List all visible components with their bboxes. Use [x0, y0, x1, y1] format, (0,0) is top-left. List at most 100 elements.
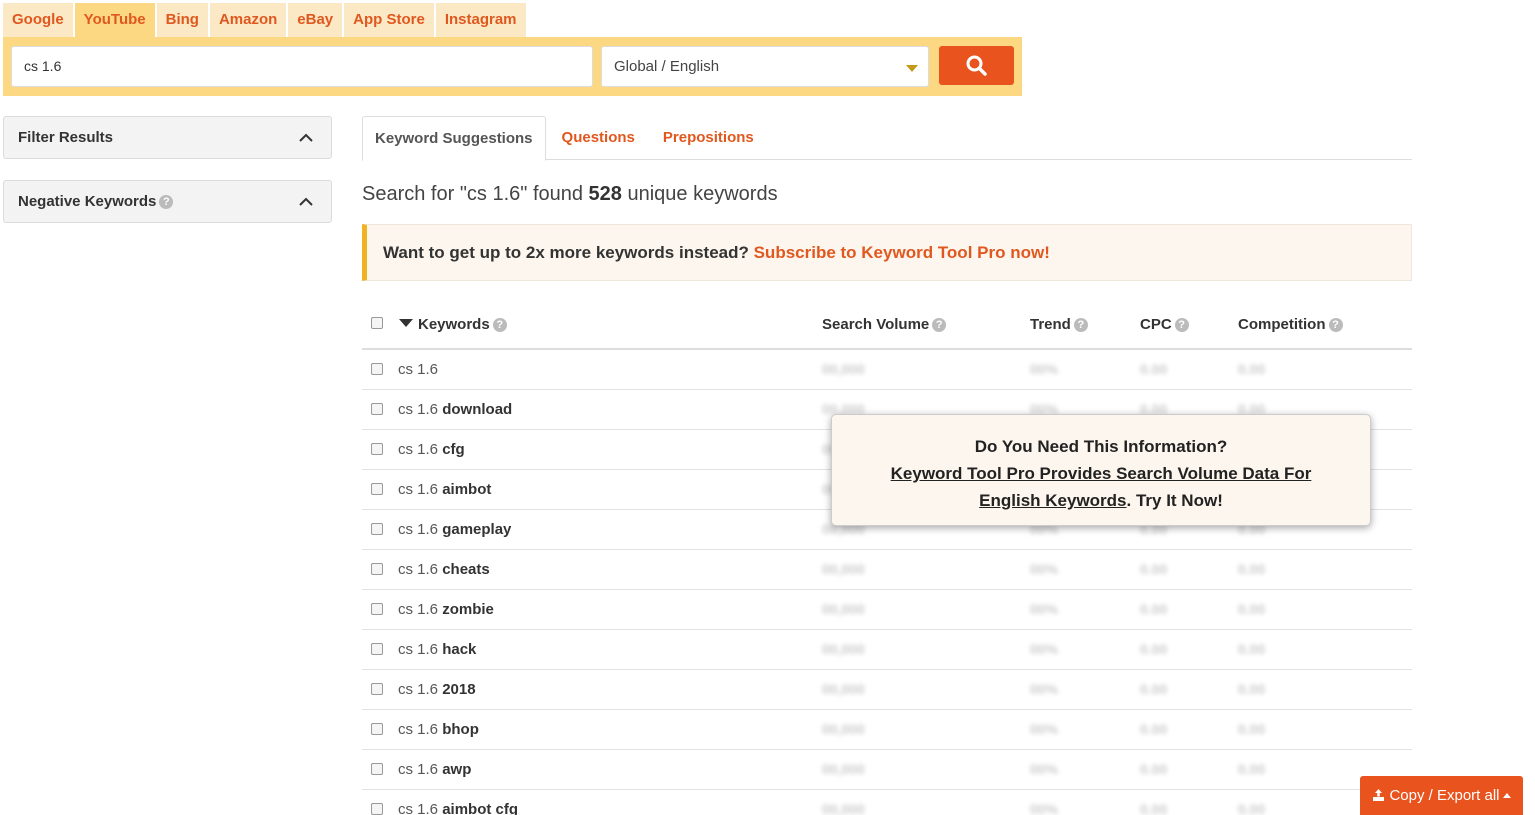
keyword-cell[interactable]: cs 1.6 hack	[398, 641, 476, 658]
keyword-base: cs 1.6	[398, 761, 439, 778]
volume-cell: 00,000	[822, 641, 865, 657]
help-icon[interactable]: ?	[1328, 318, 1343, 332]
trend-header-label: Trend	[1030, 316, 1071, 333]
keyword-cell[interactable]: cs 1.6 cfg	[398, 441, 465, 458]
summary-prefix: Search for "cs 1.6" found	[362, 183, 589, 205]
results-summary: Search for "cs 1.6" found 528 unique key…	[362, 183, 778, 206]
chevron-up-icon	[299, 133, 313, 142]
keyword-suffix: 2018	[442, 681, 476, 698]
row-checkbox[interactable]	[371, 363, 383, 375]
competition-header[interactable]: Competition?	[1238, 316, 1343, 333]
engine-tab-instagram[interactable]: Instagram	[435, 3, 526, 37]
table-row: cs 1.6 bhop 00,000 00% 0.00 0.00	[362, 710, 1412, 750]
cpc-cell: 0.00	[1140, 641, 1168, 657]
caret-up-icon	[1502, 793, 1511, 798]
keyword-cell[interactable]: cs 1.6 2018	[398, 681, 476, 698]
volume-cell: 00,000	[822, 761, 865, 777]
cpc-header[interactable]: CPC?	[1140, 316, 1189, 333]
help-icon[interactable]: ?	[932, 318, 947, 332]
subscribe-link[interactable]: Subscribe to Keyword Tool Pro now!	[754, 243, 1050, 262]
cpc-cell: 0.00	[1140, 761, 1168, 777]
negative-keywords-label: Negative Keywords	[18, 193, 157, 210]
trend-cell: 00%	[1030, 561, 1059, 577]
keyword-base: cs 1.6	[398, 361, 439, 378]
cpc-cell: 0.00	[1140, 361, 1168, 377]
row-checkbox[interactable]	[371, 403, 383, 415]
keyword-cell[interactable]: cs 1.6 bhop	[398, 721, 479, 738]
keyword-suffix: aimbot	[442, 481, 492, 498]
keyword-base: cs 1.6	[398, 521, 439, 538]
row-checkbox[interactable]	[371, 763, 383, 775]
keyword-base: cs 1.6	[398, 441, 439, 458]
table-row: cs 1.6 2018 00,000 00% 0.00 0.00	[362, 670, 1412, 710]
competition-cell: 0.00	[1238, 361, 1266, 377]
row-checkbox[interactable]	[371, 603, 383, 615]
engine-tab-google[interactable]: Google	[3, 3, 73, 37]
copy-export-all-button[interactable]: Copy / Export all	[1360, 776, 1523, 815]
row-checkbox[interactable]	[371, 723, 383, 735]
competition-cell: 0.00	[1238, 801, 1266, 815]
engine-tab-amazon[interactable]: Amazon	[209, 3, 287, 37]
row-checkbox[interactable]	[371, 803, 383, 815]
popup-title: Do You Need This Information?	[974, 437, 1228, 456]
competition-cell: 0.00	[1238, 721, 1266, 737]
keyword-base: cs 1.6	[398, 801, 439, 815]
row-checkbox[interactable]	[371, 563, 383, 575]
search-volume-header[interactable]: Search Volume?	[822, 316, 947, 333]
keyword-suffix: cheats	[442, 561, 490, 578]
competition-cell: 0.00	[1238, 561, 1266, 577]
language-select[interactable]: Global / English	[601, 46, 929, 87]
keyword-cell[interactable]: cs 1.6 cheats	[398, 561, 490, 578]
row-checkbox[interactable]	[371, 643, 383, 655]
popup-tail: . Try It Now!	[1126, 491, 1223, 510]
help-icon[interactable]: ?	[1174, 318, 1189, 332]
summary-suffix: unique keywords	[621, 183, 778, 205]
tab-questions[interactable]: Questions	[550, 116, 647, 160]
filter-results-panel[interactable]: Filter Results	[3, 116, 332, 159]
volume-header-label: Search Volume	[822, 316, 930, 333]
row-checkbox[interactable]	[371, 683, 383, 695]
competition-header-label: Competition	[1238, 316, 1326, 333]
trend-cell: 00%	[1030, 721, 1059, 737]
tab-prepositions[interactable]: Prepositions	[651, 116, 766, 160]
keyword-cell[interactable]: cs 1.6 awp	[398, 761, 471, 778]
negative-keywords-panel[interactable]: Negative Keywords?	[3, 180, 332, 223]
keyword-base: cs 1.6	[398, 641, 439, 658]
help-icon[interactable]: ?	[492, 318, 507, 332]
banner-text: Want to get up to 2x more keywords inste…	[383, 243, 754, 262]
search-button[interactable]	[939, 46, 1014, 85]
keyword-cell[interactable]: cs 1.6 download	[398, 401, 512, 418]
table-row: cs 1.6 zombie 00,000 00% 0.00 0.00	[362, 590, 1412, 630]
keyword-cell[interactable]: cs 1.6 aimbot cfg	[398, 801, 518, 815]
result-count: 528	[588, 183, 622, 205]
engine-tab-ebay[interactable]: eBay	[288, 3, 343, 37]
row-checkbox[interactable]	[371, 483, 383, 495]
pro-upsell-popup: Do You Need This Information? Keyword To…	[831, 414, 1371, 526]
language-value: Global / English	[614, 58, 720, 75]
keyword-cell[interactable]: cs 1.6 gameplay	[398, 521, 511, 538]
engine-tabs: Google YouTube Bing Amazon eBay App Store Inst…	[3, 3, 528, 37]
pro-trial-link[interactable]: Keyword Tool Pro Provides Search Volume …	[891, 464, 1312, 510]
search-icon	[966, 55, 987, 76]
trend-cell: 00%	[1030, 801, 1059, 815]
search-input[interactable]	[11, 46, 593, 87]
engine-tab-bing[interactable]: Bing	[156, 3, 208, 37]
trend-header[interactable]: Trend?	[1030, 316, 1088, 333]
keywords-header[interactable]: Keywords?	[399, 316, 507, 333]
row-checkbox[interactable]	[371, 523, 383, 535]
row-checkbox[interactable]	[371, 443, 383, 455]
volume-cell: 00,000	[822, 561, 865, 577]
keyword-cell[interactable]: cs 1.6 aimbot	[398, 481, 491, 498]
help-icon[interactable]: ?	[1073, 318, 1088, 332]
engine-tab-youtube[interactable]: YouTube	[74, 3, 155, 37]
keyword-suffix: download	[442, 401, 513, 418]
tab-keyword-suggestions[interactable]: Keyword Suggestions	[362, 116, 546, 161]
cpc-header-label: CPC	[1140, 316, 1172, 333]
engine-tab-app-store[interactable]: App Store	[344, 3, 434, 37]
keyword-base: cs 1.6	[398, 561, 439, 578]
select-all-checkbox[interactable]	[371, 317, 383, 329]
help-icon[interactable]: ?	[159, 195, 174, 209]
keyword-cell[interactable]: cs 1.6	[398, 361, 438, 378]
keywords-header-label: Keywords	[418, 316, 490, 333]
keyword-cell[interactable]: cs 1.6 zombie	[398, 601, 494, 618]
